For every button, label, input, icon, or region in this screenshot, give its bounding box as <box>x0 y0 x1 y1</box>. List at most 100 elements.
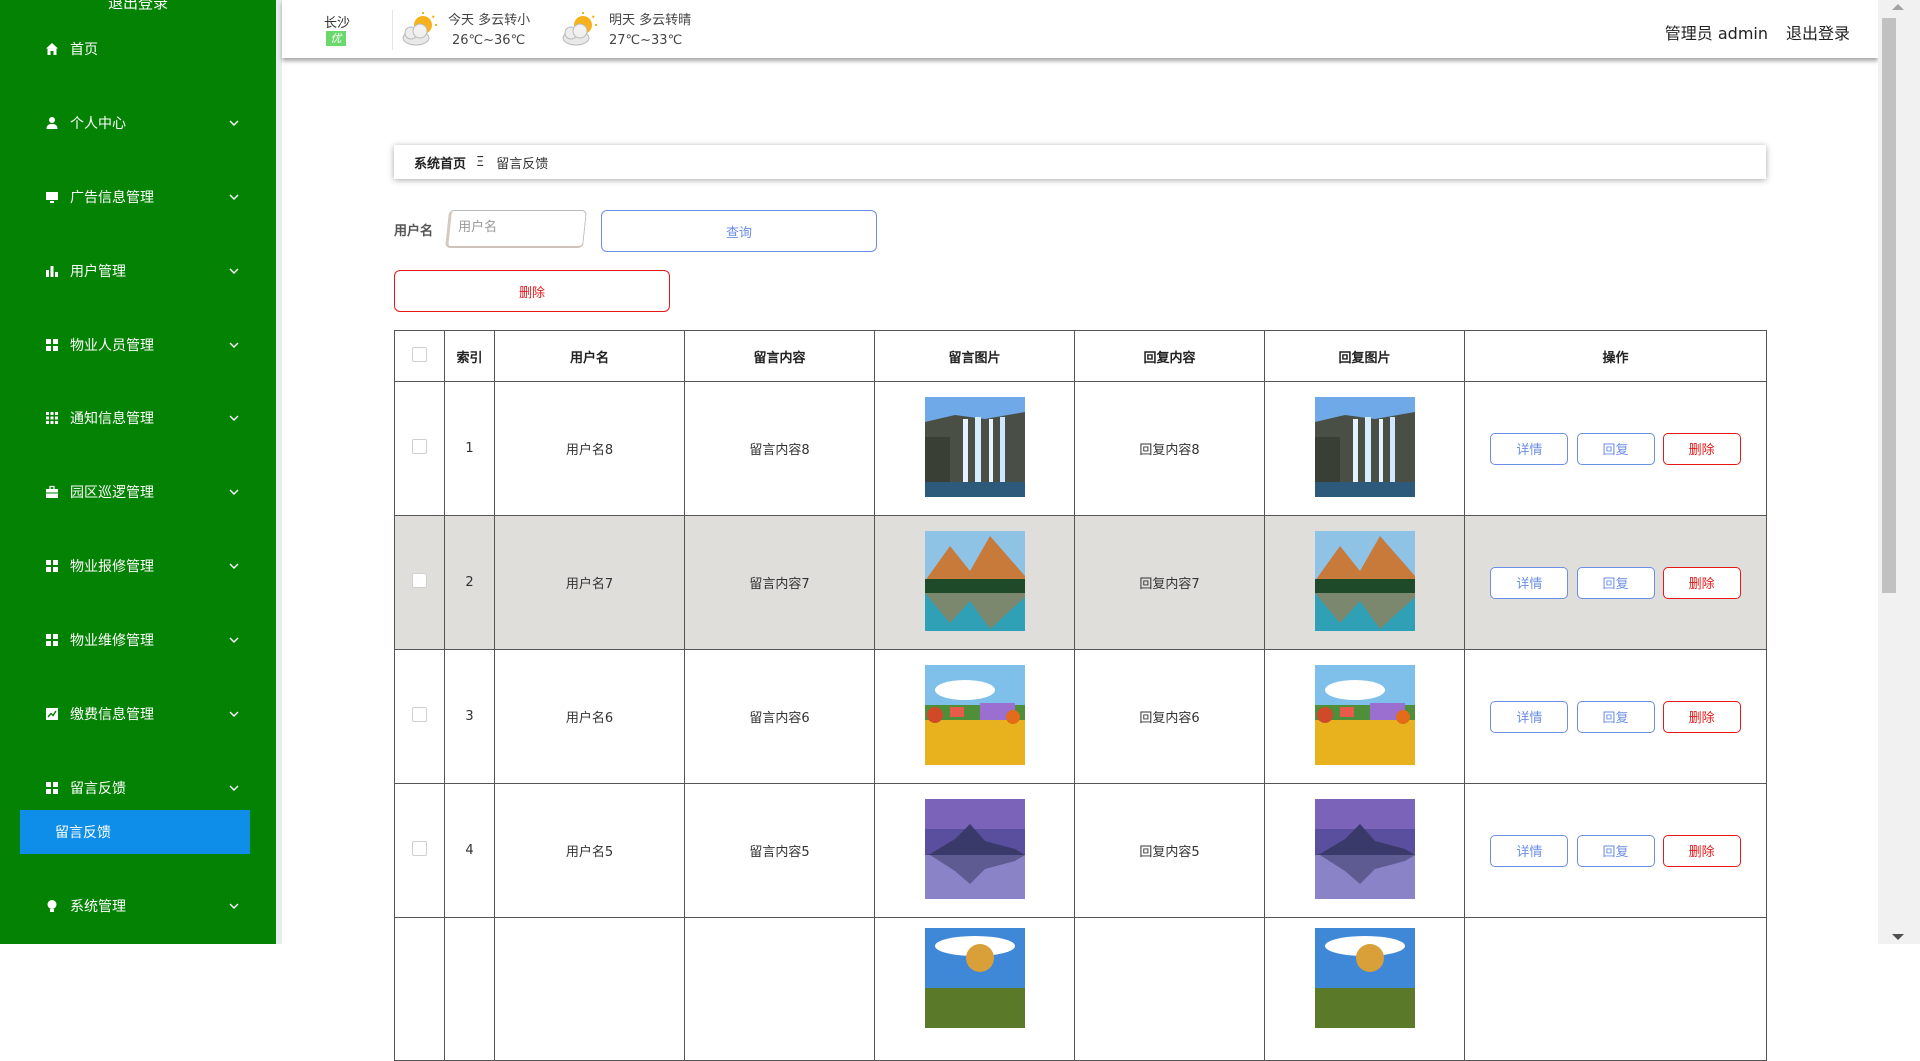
scrollbar-thumb[interactable] <box>1882 18 1896 593</box>
apps-icon <box>44 410 60 426</box>
reply-image-cell <box>1264 649 1465 784</box>
actions-cell <box>1464 917 1767 1061</box>
sidebar-item-ad-management[interactable]: 广告信息管理 <box>44 185 240 209</box>
autumn-sky-image[interactable] <box>1314 928 1415 1028</box>
breadcrumb: 系统首页 Ξ 留言反馈 <box>394 145 1766 179</box>
reply-button[interactable]: 回复 <box>1576 700 1655 733</box>
home-icon <box>44 41 60 57</box>
chart-icon <box>44 706 60 722</box>
sidebar-item-home[interactable]: 首页 <box>44 37 240 61</box>
sidebar-item-label: 留言反馈 <box>70 781 126 797</box>
sidebar-item-notice-management[interactable]: 通知信息管理 <box>44 406 240 430</box>
scroll-down-arrow-icon[interactable] <box>1892 934 1904 940</box>
sidebar-logout-link[interactable]: 退出登录 <box>0 0 276 13</box>
index-cell: 1 <box>444 381 495 516</box>
detail-button[interactable]: 详情 <box>1490 432 1569 465</box>
delete-button[interactable]: 删除 <box>1662 566 1741 599</box>
detail-button[interactable]: 详情 <box>1490 700 1569 733</box>
sidebar-item-system-management[interactable]: 系统管理 <box>44 894 240 918</box>
chevron-down-icon <box>229 711 239 717</box>
chevron-down-icon <box>229 903 239 909</box>
reply-button[interactable]: 回复 <box>1576 566 1655 599</box>
actions-cell: 详情 回复 删除 <box>1464 515 1767 650</box>
autumn-sky-image[interactable] <box>924 928 1025 1028</box>
sidebar-item-label: 通知信息管理 <box>70 411 154 427</box>
row-select-cell <box>394 917 445 1061</box>
monitor-icon <box>44 189 60 205</box>
row-select-cell <box>394 649 445 784</box>
delete-button[interactable]: 删除 <box>1662 700 1741 733</box>
waterfall-image[interactable] <box>1314 396 1415 497</box>
reply-button[interactable]: 回复 <box>1576 834 1655 867</box>
flower-field-image[interactable] <box>1314 664 1415 765</box>
reply-cell: 回复内容8 <box>1074 381 1265 516</box>
scroll-up-arrow-icon[interactable] <box>1892 4 1904 10</box>
delete-button[interactable]: 删除 <box>1662 432 1741 465</box>
sidebar-item-personal-center[interactable]: 个人中心 <box>44 111 240 135</box>
dusk-mountain-image[interactable] <box>924 798 1025 899</box>
city-name: 长沙 <box>324 16 351 31</box>
today-weather-text: 今天 多云转小 <box>448 13 531 28</box>
detail-button[interactable]: 详情 <box>1490 566 1569 599</box>
grid-icon <box>44 632 60 648</box>
partly-cloudy-icon <box>562 12 597 46</box>
sidebar-item-label: 物业维修管理 <box>70 633 154 649</box>
sidebar-subitem-feedback[interactable]: 留言反馈 <box>20 810 250 854</box>
dusk-mountain-image[interactable] <box>1314 798 1415 899</box>
sidebar-item-label: 用户管理 <box>70 264 126 280</box>
select-all-checkbox[interactable] <box>412 346 427 362</box>
column-header: 操作 <box>1464 330 1767 382</box>
mountain-lake-image[interactable] <box>924 530 1025 631</box>
partly-cloudy-icon <box>402 12 437 46</box>
index-cell: 4 <box>444 783 495 918</box>
column-header: 留言图片 <box>874 330 1075 382</box>
breadcrumb-home[interactable]: 系统首页 <box>414 153 466 172</box>
reply-button[interactable]: 回复 <box>1576 432 1655 465</box>
flower-field-image[interactable] <box>924 664 1025 765</box>
sidebar-divider <box>276 0 282 944</box>
breadcrumb-current: 留言反馈 <box>496 156 549 172</box>
content-cell: 留言内容5 <box>684 783 875 918</box>
query-button[interactable]: 查询 <box>601 210 877 252</box>
sidebar-item-feedback[interactable]: 留言反馈 <box>44 776 240 800</box>
sidebar-item-user-management[interactable]: 用户管理 <box>44 259 240 283</box>
sidebar-item-label: 广告信息管理 <box>70 190 154 206</box>
detail-button[interactable]: 详情 <box>1490 834 1569 867</box>
row-checkbox[interactable] <box>412 573 427 588</box>
sidebar-item-repair-request-management[interactable]: 物业报修管理 <box>44 554 240 578</box>
chevron-down-icon <box>229 268 239 274</box>
sidebar-item-staff-management[interactable]: 物业人员管理 <box>44 333 240 357</box>
batch-delete-button[interactable]: 删除 <box>394 270 670 312</box>
chevron-down-icon <box>229 637 239 643</box>
sidebar: 退出登录 首页 个人中心 广告信息管理 用户管理 物业人员管理 通知信息管理 园… <box>0 0 276 944</box>
content-cell: 留言内容6 <box>684 649 875 784</box>
select-all-cell <box>394 330 445 382</box>
sidebar-item-payment-management[interactable]: 缴费信息管理 <box>44 702 240 726</box>
mountain-lake-image[interactable] <box>1314 530 1415 631</box>
reply-image-cell <box>1264 515 1465 650</box>
column-header: 索引 <box>444 330 495 382</box>
search-username-input[interactable]: 用户名 <box>445 210 587 248</box>
row-checkbox[interactable] <box>412 439 427 454</box>
row-select-cell <box>394 515 445 650</box>
content-cell <box>684 917 875 1061</box>
row-checkbox[interactable] <box>412 707 427 722</box>
logout-link[interactable]: 退出登录 <box>1786 20 1850 44</box>
chevron-down-icon <box>229 563 239 569</box>
row-checkbox[interactable] <box>412 841 427 856</box>
table-row: 3 用户名6 留言内容6 回复内容6 详情 回复 删除 <box>394 649 1767 784</box>
waterfall-image[interactable] <box>924 396 1025 497</box>
vertical-scrollbar[interactable] <box>1878 0 1920 944</box>
username-cell: 用户名6 <box>494 649 685 784</box>
reply-image-cell <box>1264 381 1465 516</box>
search-placeholder: 用户名 <box>458 220 498 235</box>
briefcase-icon <box>44 484 60 500</box>
username-cell: 用户名7 <box>494 515 685 650</box>
delete-button[interactable]: 删除 <box>1662 834 1741 867</box>
username-cell <box>494 917 685 1061</box>
row-select-cell <box>394 783 445 918</box>
chevron-down-icon <box>229 415 239 421</box>
sidebar-item-patrol-management[interactable]: 园区巡逻管理 <box>44 480 240 504</box>
sidebar-item-label: 物业报修管理 <box>70 559 154 575</box>
sidebar-item-maintenance-management[interactable]: 物业维修管理 <box>44 628 240 652</box>
